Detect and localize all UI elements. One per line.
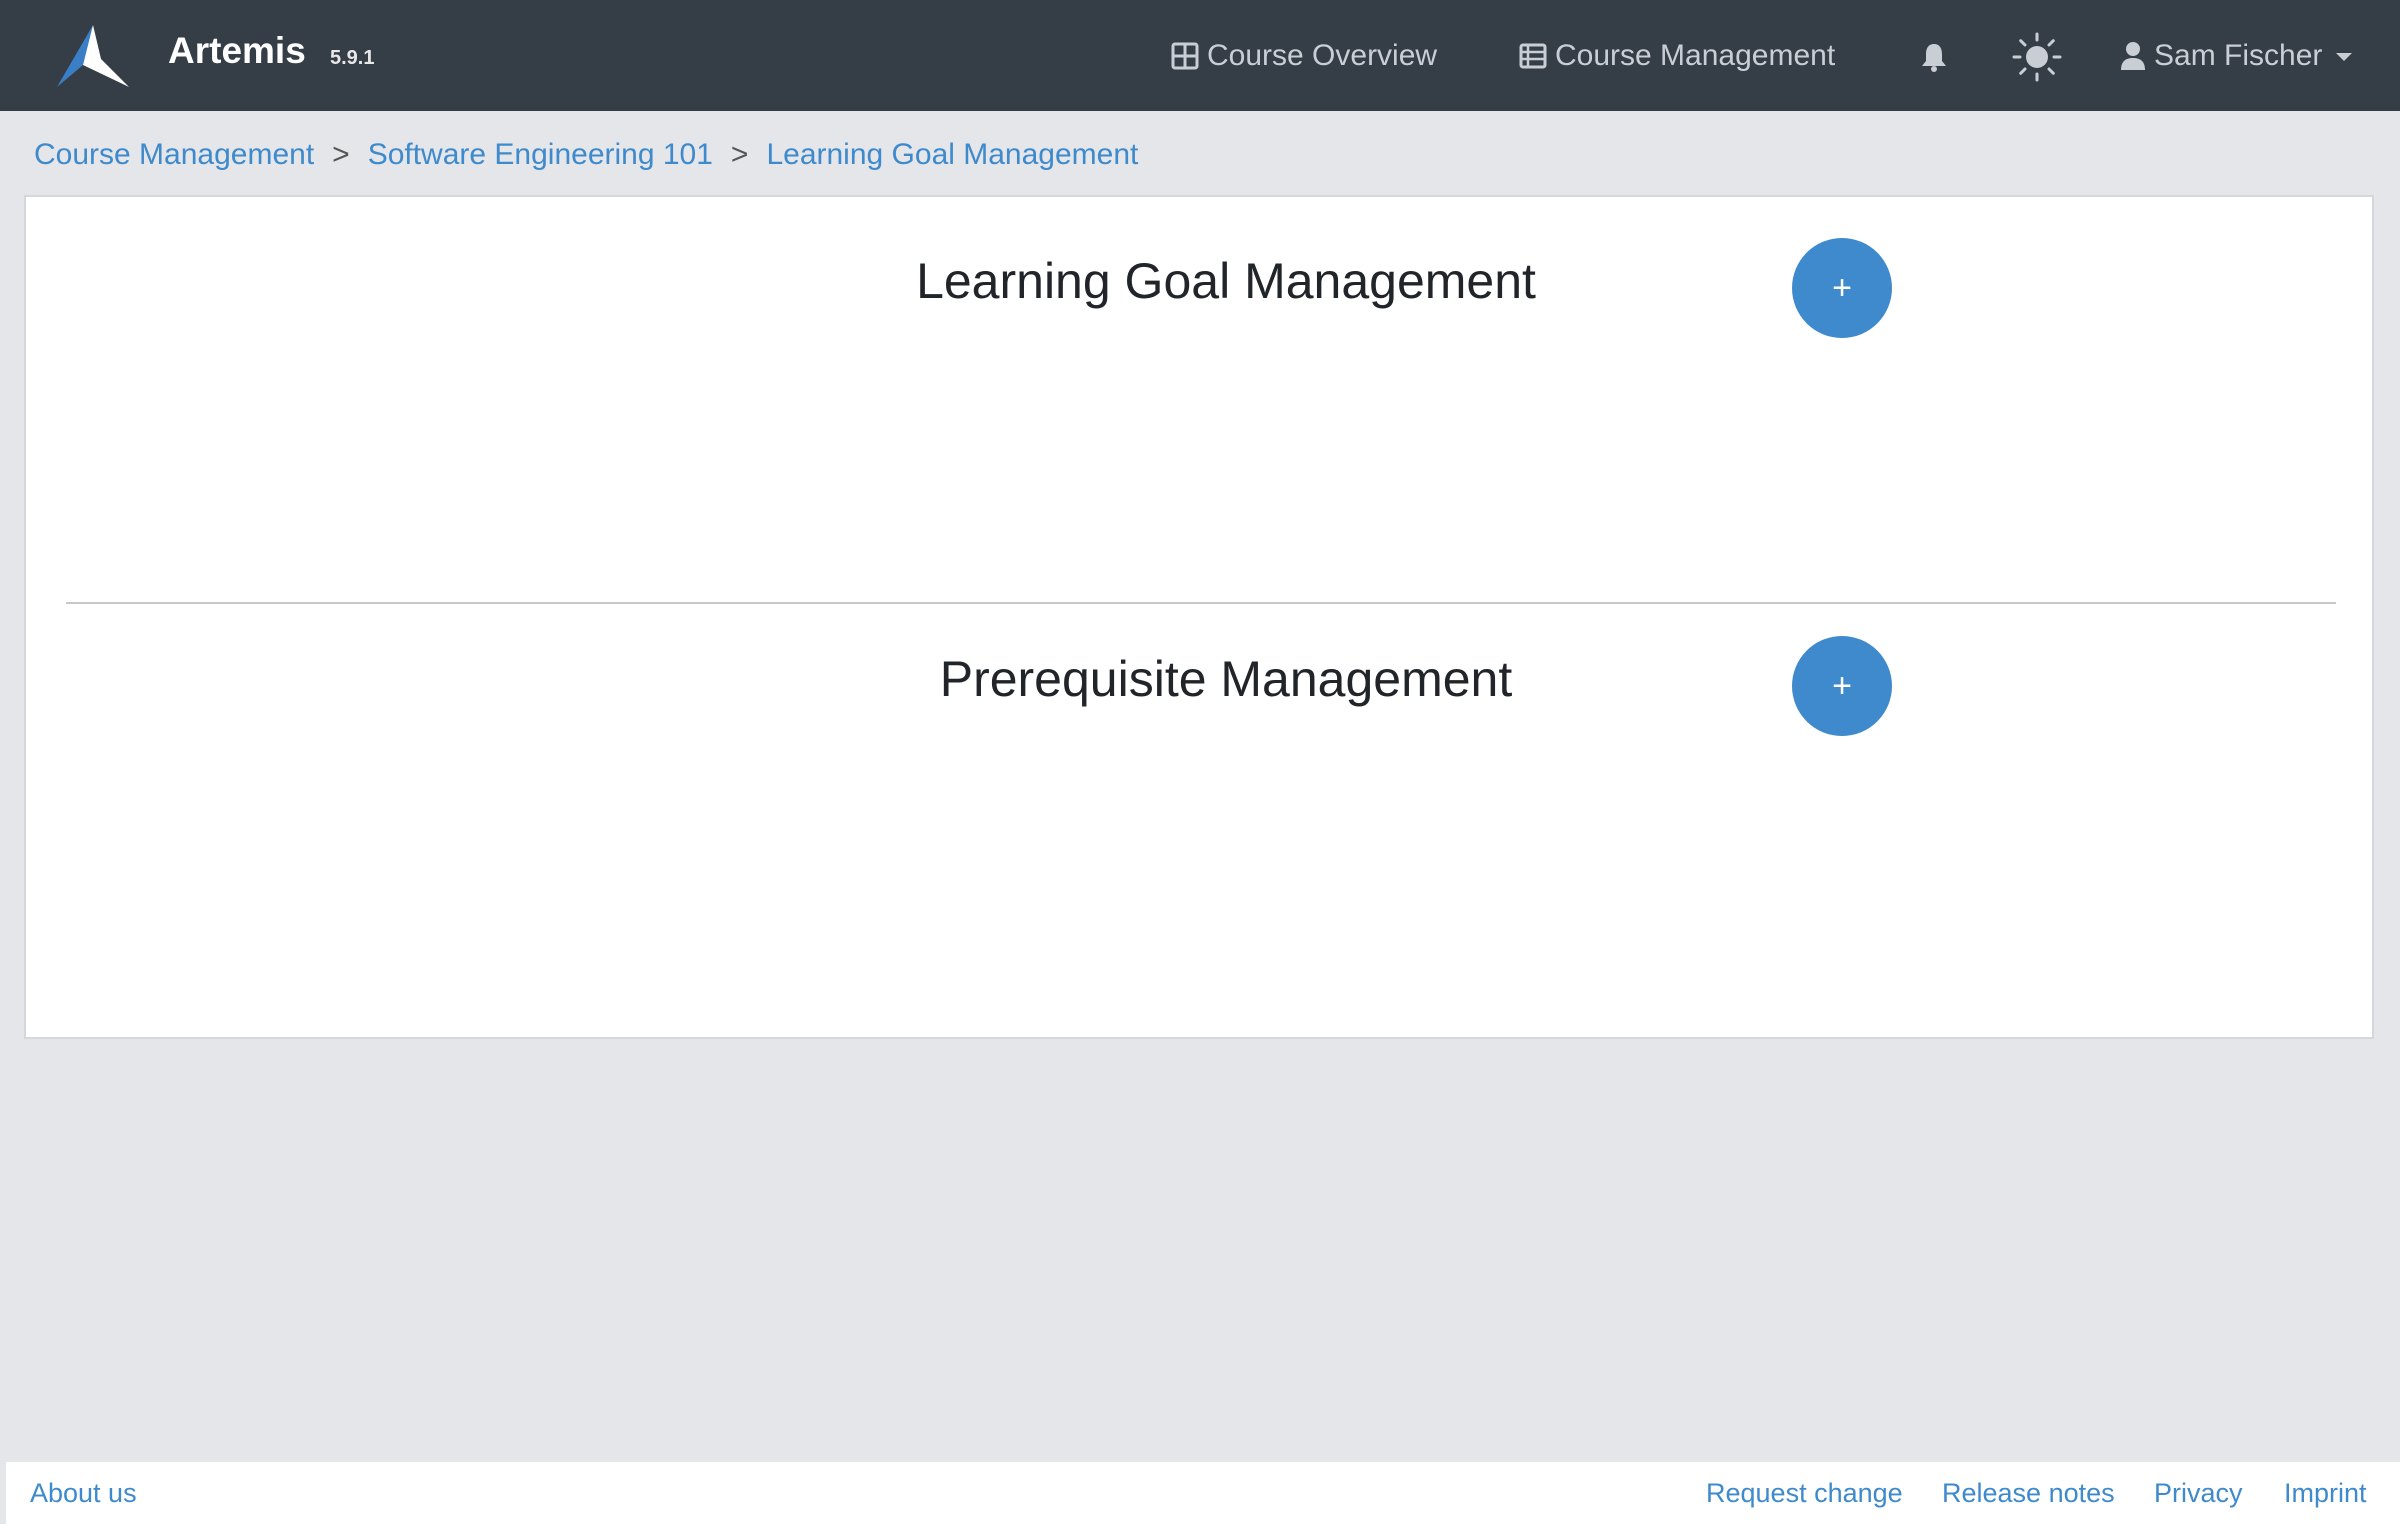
grid-icon [1171, 42, 1199, 70]
artemis-logo-icon[interactable] [57, 25, 129, 87]
footer-privacy-link[interactable]: Privacy [2154, 1478, 2243, 1509]
version-label: 5.9.1 [330, 47, 375, 69]
sun-icon[interactable] [2012, 32, 2062, 82]
footer-about-us-link[interactable]: About us [30, 1478, 137, 1509]
main-card: Learning Goal Management + Prerequisite … [24, 195, 2374, 1039]
nav-course-overview-label: Course Overview [1207, 39, 1438, 72]
add-learning-goal-button[interactable]: + [1792, 238, 1892, 338]
breadcrumb-separator: > [332, 138, 350, 171]
breadcrumb-separator: > [730, 138, 749, 171]
prerequisite-title: Prerequisite Management [939, 651, 1513, 707]
section-divider [66, 602, 2336, 604]
user-menu[interactable]: Sam Fischer [2120, 36, 2353, 76]
learning-goal-title: Learning Goal Management [916, 253, 1536, 309]
brand-name[interactable]: Artemis [168, 30, 306, 72]
breadcrumb: Course Management > Software Engineering… [34, 135, 1138, 175]
caret-down-icon [2336, 53, 2353, 61]
footer-imprint-link[interactable]: Imprint [2284, 1478, 2367, 1509]
breadcrumb-item-learning-goal-management[interactable]: Learning Goal Management [766, 138, 1138, 172]
add-prerequisite-button[interactable]: + [1792, 636, 1892, 736]
user-icon [2121, 42, 2145, 70]
nav-course-management-label: Course Management [1555, 39, 1836, 72]
footer: About us Request change Release notes Pr… [6, 1462, 2400, 1524]
breadcrumb-item-course-management[interactable]: Course Management [34, 138, 314, 172]
table-icon [1519, 43, 1547, 69]
navbar: Artemis 5.9.1 Course Overview Course Man… [0, 0, 2400, 111]
nav-course-management[interactable]: Course Management [1519, 36, 1835, 76]
nav-course-overview[interactable]: Course Overview [1171, 36, 1437, 76]
footer-release-notes-link[interactable]: Release notes [1942, 1478, 2115, 1509]
user-name: Sam Fischer [2154, 39, 2323, 72]
bell-icon[interactable] [1919, 41, 1949, 73]
breadcrumb-item-course[interactable]: Software Engineering 101 [368, 138, 713, 172]
footer-request-change-link[interactable]: Request change [1706, 1478, 1903, 1509]
